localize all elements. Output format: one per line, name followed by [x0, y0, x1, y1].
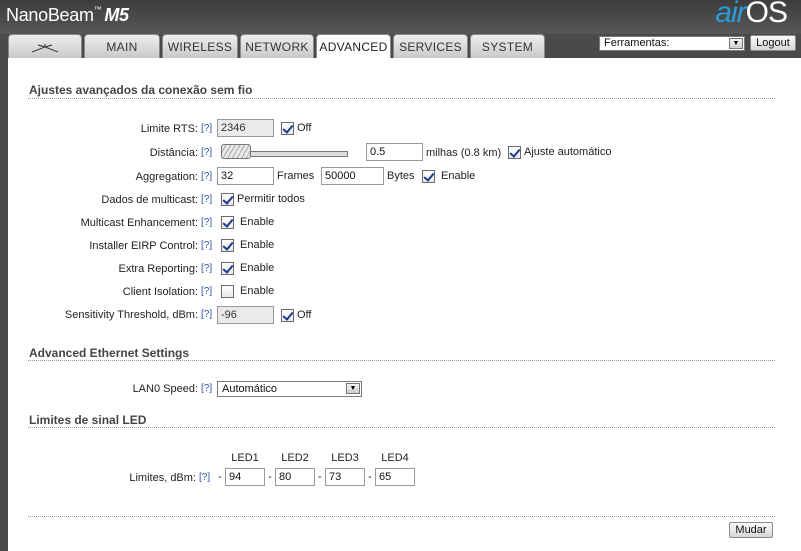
- wireless-section-title: Ajustes avançados da conexão sem fio: [29, 83, 253, 97]
- lan-speed-label: LAN0 Speed:: [132, 383, 198, 395]
- aggregation-label: Aggregation:: [135, 171, 198, 183]
- airos-logo: airOS: [715, 0, 788, 30]
- eirp-checkbox[interactable]: [221, 239, 234, 252]
- brand-model: M5: [104, 5, 129, 25]
- sensitivity-off-checkbox[interactable]: [281, 309, 294, 322]
- device-brand: NanoBeam™ M5: [6, 5, 129, 26]
- client-isolation-checkbox[interactable]: [221, 285, 234, 298]
- header-bar: NanoBeam™ M5 airOS: [0, 0, 801, 34]
- aggregation-frames-input[interactable]: 32: [217, 167, 274, 185]
- lan-speed-select[interactable]: Automático ▼: [217, 381, 362, 397]
- led-limits-label: Limites, dBm:: [129, 472, 196, 484]
- led4-header: LED4: [381, 452, 409, 464]
- led-section-title: Limites de sinal LED: [29, 413, 147, 427]
- led1-header: LED1: [231, 452, 259, 464]
- multicast-label: Dados de multicast:: [101, 194, 198, 206]
- led2-input[interactable]: 80: [275, 468, 315, 486]
- led-separator: -: [368, 471, 372, 483]
- led2-header: LED2: [281, 452, 309, 464]
- tools-select-value: Ferramentas:: [604, 37, 670, 49]
- distance-input[interactable]: 0.5: [366, 143, 423, 161]
- multicast-enhancement-enable-label: Enable: [240, 216, 275, 228]
- rts-off-checkbox[interactable]: [281, 122, 294, 135]
- airos-logo-air: air: [715, 0, 746, 29]
- multicast-enhancement-label: Multicast Enhancement:: [80, 217, 198, 229]
- aggregation-bytes-input[interactable]: 50000: [321, 167, 384, 185]
- tab-system[interactable]: SYSTEM: [470, 34, 545, 58]
- multicast-help-link[interactable]: [?]: [201, 194, 212, 205]
- rts-off-label: Off: [297, 122, 312, 134]
- eirp-enable-label: Enable: [240, 239, 275, 251]
- sensitivity-off-label: Off: [297, 309, 312, 321]
- multicast-enhancement-checkbox[interactable]: [221, 216, 234, 229]
- led1-input[interactable]: 94: [225, 468, 265, 486]
- section-divider: [28, 98, 775, 99]
- extra-reporting-checkbox[interactable]: [221, 262, 234, 275]
- eirp-label: Installer EIRP Control:: [89, 240, 198, 252]
- ethernet-section-title: Advanced Ethernet Settings: [29, 346, 190, 360]
- tab-main[interactable]: MAIN: [84, 34, 160, 58]
- sensitivity-threshold-input[interactable]: -96: [217, 306, 274, 324]
- brand-name: NanoBeam: [6, 5, 94, 25]
- sensitivity-threshold-help-link[interactable]: [?]: [201, 309, 212, 320]
- logout-button[interactable]: Logout: [750, 35, 796, 51]
- tools-select[interactable]: Ferramentas: ▼: [599, 36, 745, 51]
- aggregation-help-link[interactable]: [?]: [201, 171, 212, 182]
- tab-advanced[interactable]: ADVANCED: [316, 34, 391, 60]
- lan-speed-select-value: Automático: [222, 383, 278, 395]
- aggregation-enable-checkbox[interactable]: [422, 170, 435, 183]
- eirp-help-link[interactable]: [?]: [201, 240, 212, 251]
- ubiquiti-logo-icon: [31, 43, 59, 53]
- led3-header: LED3: [331, 452, 359, 464]
- content-panel: Ajustes avançados da conexão sem fio Lim…: [8, 58, 801, 551]
- led4-input[interactable]: 65: [375, 468, 415, 486]
- rts-input[interactable]: 2346: [217, 119, 274, 137]
- distance-auto-checkbox[interactable]: [508, 146, 521, 159]
- sensitivity-threshold-label: Sensitivity Threshold, dBm:: [64, 309, 198, 321]
- aggregation-bytes-label: Bytes: [387, 170, 415, 182]
- led-separator: -: [218, 471, 222, 483]
- tab-network[interactable]: NETWORK: [240, 34, 314, 58]
- tab-ubiquiti-logo[interactable]: [8, 34, 82, 58]
- airos-logo-os: OS: [745, 0, 788, 29]
- distance-label: Distância:: [149, 147, 198, 159]
- tab-services[interactable]: SERVICES: [393, 34, 468, 58]
- extra-reporting-enable-label: Enable: [240, 262, 275, 274]
- led-separator: -: [268, 471, 272, 483]
- brand-trademark: ™: [93, 5, 102, 14]
- section-divider: [28, 516, 775, 517]
- rts-help-link[interactable]: [?]: [201, 123, 212, 134]
- multicast-enhancement-help-link[interactable]: [?]: [201, 217, 212, 228]
- multicast-checkbox-label: Permitir todos: [237, 193, 305, 205]
- lan-speed-help-link[interactable]: [?]: [201, 383, 212, 394]
- client-isolation-enable-label: Enable: [240, 285, 275, 297]
- section-divider: [28, 360, 775, 361]
- distance-help-link[interactable]: [?]: [201, 147, 212, 158]
- tab-wireless[interactable]: WIRELESS: [162, 34, 238, 58]
- section-divider: [28, 427, 775, 428]
- distance-unit: milhas (0.8 km): [426, 147, 502, 159]
- led-limits-help-link[interactable]: [?]: [199, 472, 210, 483]
- chevron-down-icon[interactable]: ▼: [346, 383, 360, 394]
- distance-auto-label: Ajuste automático: [524, 146, 612, 158]
- rts-label: Limite RTS:: [140, 123, 198, 135]
- extra-reporting-label: Extra Reporting:: [118, 263, 198, 275]
- client-isolation-help-link[interactable]: [?]: [201, 286, 212, 297]
- extra-reporting-help-link[interactable]: [?]: [201, 263, 212, 274]
- led3-input[interactable]: 73: [325, 468, 365, 486]
- submit-button[interactable]: Mudar: [729, 522, 773, 538]
- chevron-down-icon[interactable]: ▼: [729, 38, 743, 49]
- multicast-checkbox[interactable]: [221, 193, 234, 206]
- aggregation-frames-label: Frames: [277, 170, 315, 182]
- led-separator: -: [318, 471, 322, 483]
- distance-slider-handle[interactable]: [221, 144, 251, 159]
- client-isolation-label: Client Isolation:: [122, 286, 198, 298]
- aggregation-enable-label: Enable: [441, 170, 476, 182]
